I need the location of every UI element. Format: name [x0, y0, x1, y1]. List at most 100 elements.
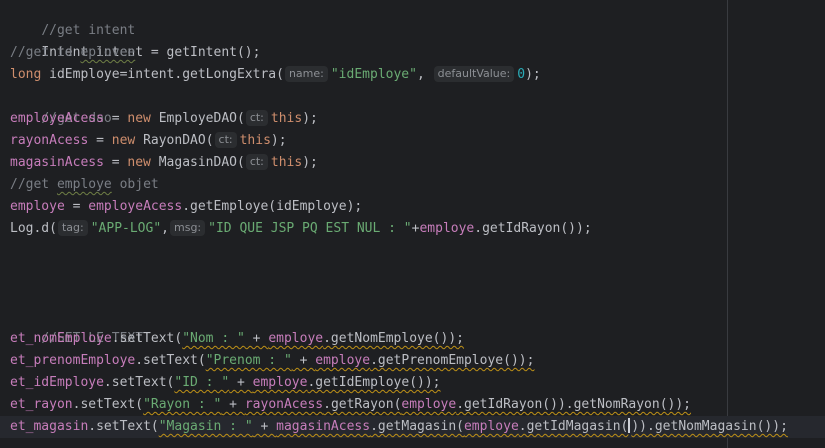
code-text: RayonDAO(	[135, 133, 214, 148]
code-line-set-prenom[interactable]: et_prenomEmploye.setText("Prenom : " + e…	[10, 350, 534, 372]
code-text: .getIdRayon());	[474, 221, 592, 236]
string-literal: "Magasin : "	[158, 419, 253, 434]
string-literal: "idEmploye"	[330, 67, 417, 82]
field-name: magasinAcess	[10, 155, 104, 170]
typo-word: employe	[56, 177, 112, 192]
string-literal: "Rayon : "	[143, 397, 222, 412]
code-text: +	[229, 375, 253, 390]
code-line-set-magasin-current[interactable]: et_magasin.setText("Magasin : " + magasi…	[0, 416, 825, 438]
code-text: ,	[416, 67, 433, 82]
code-text: .getNomEmploye());	[323, 331, 464, 346]
param-hint-name: name:	[284, 66, 328, 82]
field-name: employeAcess	[10, 111, 104, 126]
keyword: new	[111, 133, 136, 148]
field-name: employe	[252, 375, 308, 390]
keyword: long	[10, 67, 42, 82]
code-line-set-id[interactable]: et_idEmploye.setText("ID : " + employe.g…	[10, 372, 441, 394]
param-hint-default-value: defaultValue:	[433, 66, 515, 82]
code-line-set-nom[interactable]: et_nomEmploye.setText("Nom : " + employe…	[10, 328, 464, 350]
param-hint-ct: ct:	[245, 110, 268, 126]
comment: //get id	[10, 45, 81, 60]
code-text: .getPrenomEmploye());	[370, 353, 535, 368]
code-line-comment-get-employe[interactable]: //get employe objet	[10, 174, 159, 196]
code-text: .getIdMagasin(	[518, 419, 629, 434]
param-hint-ct: ct:	[245, 154, 268, 170]
code-text: =	[103, 111, 128, 126]
code-text: .setText(	[135, 353, 206, 368]
code-text: );	[302, 111, 318, 126]
string-literal: "APP-LOG"	[90, 221, 162, 236]
code-line-rayon-acess[interactable]: rayonAcess = new RayonDAO(ct: this);	[10, 130, 287, 152]
code-text: EmployeDAO(	[150, 111, 245, 126]
code-text: =	[64, 199, 89, 214]
code-text: MagasinDAO(	[150, 155, 245, 170]
right-margin-guide	[727, 0, 728, 448]
keyword-this: this	[270, 155, 303, 170]
code-line-get-employe[interactable]: employe = employeAcess.getEmploye(idEmpl…	[10, 196, 362, 218]
number-literal: 0	[517, 67, 526, 82]
string-literal: "Nom : "	[182, 331, 245, 346]
field-name: et_rayon	[10, 397, 73, 412]
code-line-magasin-acess[interactable]: magasinAcess = new MagasinDAO(ct: this);	[10, 152, 318, 174]
code-text: =	[103, 155, 128, 170]
field-name: rayonAcess	[244, 397, 324, 412]
code-text: +	[291, 353, 316, 368]
code-editor[interactable]: //get intent Intent intent = getIntent()…	[0, 0, 825, 448]
field-name: employe	[419, 221, 475, 236]
code-text: +	[244, 331, 269, 346]
comment: objet	[111, 177, 159, 192]
code-line-set-rayon[interactable]: et_rayon.setText("Rayon : " + rayonAcess…	[10, 394, 691, 416]
code-text: .setText(	[103, 375, 175, 390]
code-text: );	[525, 67, 541, 82]
code-line-comment-get-dao[interactable]: //get dao	[10, 86, 111, 126]
param-hint-tag: tag:	[57, 220, 88, 236]
string-literal: "Prenom : "	[205, 353, 292, 368]
keyword-this: this	[270, 111, 303, 126]
code-text: +	[252, 419, 277, 434]
code-line-id-employe[interactable]: long idEmploye=intent.getLongExtra(name:…	[10, 64, 541, 86]
code-line-employe-acess[interactable]: employeAcess = new EmployeDAO(ct: this);	[10, 108, 318, 130]
code-line-comment-get-intent[interactable]: //get intent	[10, 0, 135, 38]
code-text: .setText(	[72, 397, 144, 412]
field-name: et_idEmploye	[10, 375, 104, 390]
field-name: et_nomEmploye	[10, 331, 112, 346]
field-name: employe	[10, 199, 65, 214]
keyword: new	[127, 155, 151, 170]
code-text: idEmploye=intent.getLongExtra(	[41, 67, 284, 82]
param-hint-msg: msg:	[170, 220, 206, 236]
code-text: .getRayon(	[323, 397, 402, 412]
code-text: .setText(	[111, 331, 183, 346]
code-text: +	[221, 397, 245, 412]
comment: //get	[10, 177, 57, 192]
field-name: rayonAcess	[10, 133, 89, 148]
code-text: );	[270, 133, 287, 148]
code-text: ,	[161, 221, 169, 236]
code-line-log[interactable]: Log.d(tag: "APP-LOG", msg: "ID QUE JSP PQ E…	[10, 218, 592, 240]
field-name: magasinAcess	[276, 419, 371, 434]
field-name: employe	[315, 353, 371, 368]
code-text: .getMagasin(	[370, 419, 464, 434]
code-line-comment-set-text[interactable]: //SET LE TEXT	[10, 306, 143, 346]
code-text: .getEmploye(idEmploye);	[182, 199, 363, 214]
code-text: );	[302, 155, 318, 170]
code-text: .getIdRayon()).getNomRayon());	[456, 397, 692, 412]
code-text: Log.d(	[10, 221, 57, 236]
code-line-comment-get-id[interactable]: //get id eplovee	[10, 42, 135, 64]
typo-word: eplovee	[80, 45, 136, 60]
field-name: employe	[268, 331, 324, 346]
code-text: )).getNomMagasin());	[631, 419, 788, 434]
field-name: et_magasin	[10, 419, 89, 434]
field-name: et_prenomEmploye	[10, 353, 136, 368]
field-name: employeAcess	[88, 199, 183, 214]
keyword-this: this	[239, 133, 271, 148]
code-line-get-intent[interactable]: Intent intent = getIntent();	[10, 20, 260, 60]
code-text: .setText(	[88, 419, 159, 434]
code-text: =	[88, 133, 112, 148]
keyword: new	[127, 111, 151, 126]
field-name: employe	[401, 397, 457, 412]
string-literal: "ID QUE JSP PQ EST NUL : "	[208, 221, 412, 236]
field-name: employe	[463, 419, 519, 434]
string-literal: "ID : "	[174, 375, 230, 390]
code-text: .getIdEmploye());	[307, 375, 441, 390]
param-hint-ct: ct:	[214, 132, 237, 148]
